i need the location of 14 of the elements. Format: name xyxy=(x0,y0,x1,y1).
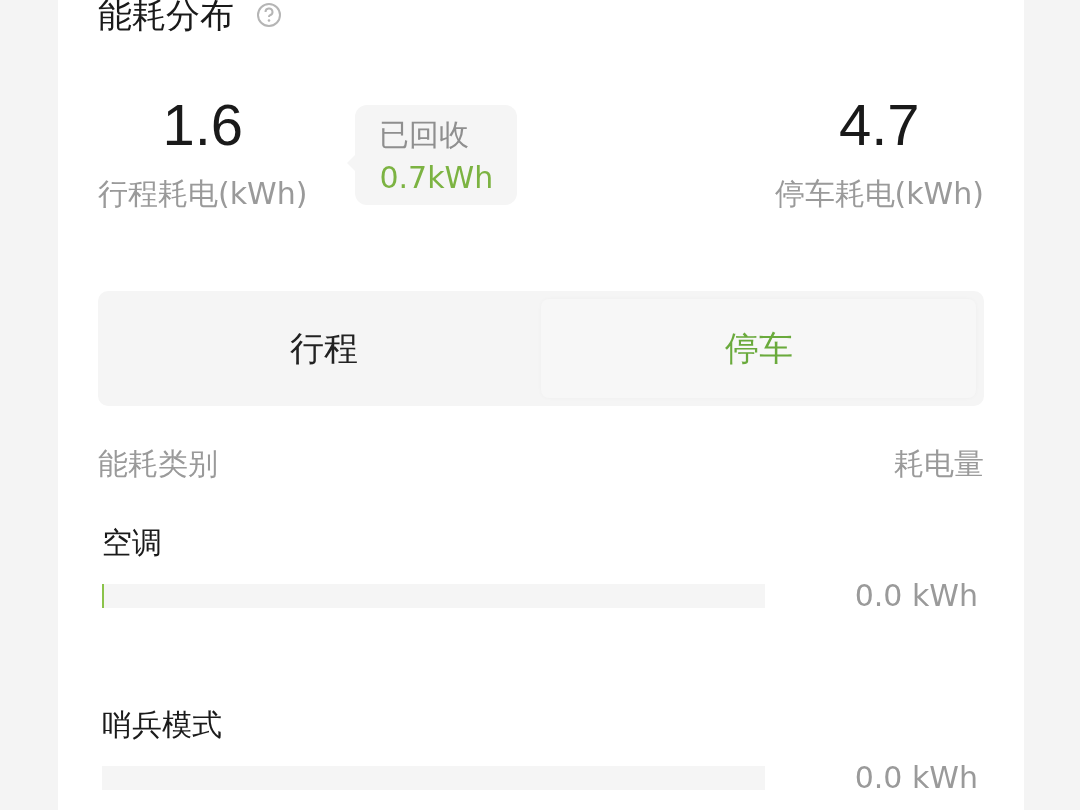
usage-value: 0.0 kWh xyxy=(853,578,978,613)
recovered-label: 已回收 xyxy=(379,116,470,154)
usage-value: 0.0 kWh xyxy=(853,760,978,795)
parking-energy-label: 停车耗电(kWh) xyxy=(774,174,984,213)
parking-energy-value: 4.7 xyxy=(838,95,920,154)
column-header: 耗电量 xyxy=(894,445,984,483)
trip-energy-value: 1.6 xyxy=(162,95,244,154)
column-header: 能耗类别 xyxy=(98,445,218,483)
trip-energy-label: 行程耗电(kWh) xyxy=(98,174,308,213)
segment-tab[interactable]: 行程 xyxy=(106,299,541,398)
category-name: 空调 xyxy=(102,524,163,562)
category-name: 哨兵模式 xyxy=(102,706,223,744)
help-icon[interactable] xyxy=(256,2,282,28)
recovered-value: 0.7kWh xyxy=(379,160,494,195)
